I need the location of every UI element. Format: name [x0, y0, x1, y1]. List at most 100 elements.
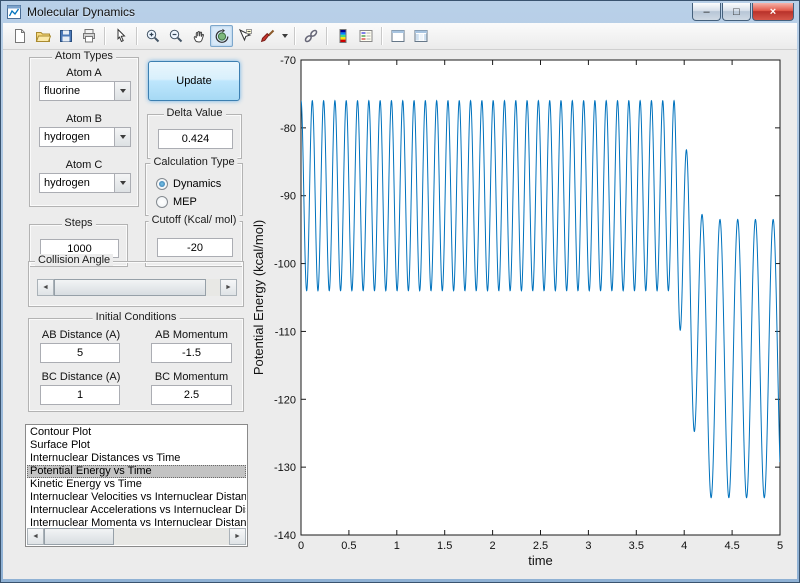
- zoom-in-icon[interactable]: [141, 25, 164, 47]
- radio-dynamics[interactable]: Dynamics: [156, 177, 221, 191]
- list-item[interactable]: Internuclear Velocities vs Internuclear …: [27, 491, 246, 504]
- bc-distance-label: BC Distance (A): [31, 371, 131, 383]
- atom-c-dropdown-button[interactable]: [114, 174, 130, 192]
- slider-right-arrow[interactable]: ►: [220, 279, 237, 296]
- insert-legend-icon[interactable]: [354, 25, 377, 47]
- y-tick-label: -140: [274, 530, 296, 542]
- titlebar[interactable]: Molecular Dynamics – □ ×: [3, 1, 797, 23]
- x-tick-label: 0.5: [341, 540, 356, 552]
- y-tick-label: -80: [280, 123, 296, 135]
- bc-momentum-field[interactable]: 2.5: [151, 385, 232, 405]
- collision-angle-panel: Collision Angle ◄ ►: [28, 261, 244, 307]
- edit-plot-icon[interactable]: [109, 25, 132, 47]
- atom-c-dropdown[interactable]: hydrogen: [39, 173, 131, 193]
- atom-c-value: hydrogen: [40, 174, 114, 192]
- x-tick-label: 4.5: [724, 540, 739, 552]
- list-item[interactable]: Kinetic Energy vs Time: [27, 478, 246, 491]
- atom-a-dropdown-button[interactable]: [114, 82, 130, 100]
- app-icon: [6, 4, 22, 20]
- hide-plot-tools-icon[interactable]: [386, 25, 409, 47]
- calculation-type-panel: Calculation Type Dynamics MEP: [145, 163, 243, 216]
- listbox-horizontal-scrollbar[interactable]: ◄ ►: [27, 528, 246, 545]
- atom-a-label: Atom A: [30, 67, 138, 79]
- maximize-button[interactable]: □: [722, 3, 751, 21]
- atom-b-label: Atom B: [30, 113, 138, 125]
- window-controls: – □ ×: [691, 3, 794, 21]
- list-item[interactable]: Potential Energy vs Time: [27, 465, 246, 478]
- chevron-down-icon: [120, 89, 126, 93]
- minimize-button[interactable]: –: [692, 3, 721, 21]
- bc-distance-field[interactable]: 1: [40, 385, 120, 405]
- save-figure-icon[interactable]: [54, 25, 77, 47]
- close-button[interactable]: ×: [752, 3, 794, 21]
- atom-b-dropdown[interactable]: hydrogen: [39, 127, 131, 147]
- chevron-down-icon: [120, 135, 126, 139]
- x-axis-label: time: [528, 553, 553, 568]
- cutoff-field[interactable]: -20: [157, 238, 233, 257]
- steps-title: Steps: [61, 217, 95, 229]
- toolbar-separator: [136, 27, 137, 45]
- scrollbar-left-arrow[interactable]: ◄: [27, 528, 44, 545]
- slider-left-arrow[interactable]: ◄: [37, 279, 54, 296]
- list-item[interactable]: Internuclear Distances vs Time: [27, 452, 246, 465]
- delta-value-title: Delta Value: [163, 107, 225, 119]
- x-tick-label: 5: [777, 540, 783, 552]
- x-tick-label: 1: [394, 540, 400, 552]
- y-tick-label: -120: [274, 394, 296, 406]
- x-tick-label: 2: [490, 540, 496, 552]
- toolbar-separator: [381, 27, 382, 45]
- print-figure-icon[interactable]: [77, 25, 100, 47]
- bc-momentum-label: BC Momentum: [144, 371, 239, 383]
- show-plot-tools-icon[interactable]: [409, 25, 432, 47]
- list-item[interactable]: Contour Plot: [27, 426, 246, 439]
- list-item[interactable]: Internuclear Accelerations vs Internucle…: [27, 504, 246, 517]
- window-title: Molecular Dynamics: [27, 5, 135, 19]
- radio-button-icon: [156, 196, 168, 208]
- initial-conditions-panel: Initial Conditions AB Distance (A) AB Mo…: [28, 318, 244, 412]
- rotate-3d-icon[interactable]: [210, 25, 233, 47]
- ab-momentum-label: AB Momentum: [144, 329, 239, 341]
- open-file-icon[interactable]: [31, 25, 54, 47]
- pan-icon[interactable]: [187, 25, 210, 47]
- y-tick-label: -130: [274, 462, 296, 474]
- zoom-out-icon[interactable]: [164, 25, 187, 47]
- radio-mep[interactable]: MEP: [156, 195, 197, 209]
- data-cursor-icon[interactable]: [233, 25, 256, 47]
- atom-c-label: Atom C: [30, 159, 138, 171]
- link-plot-icon[interactable]: [299, 25, 322, 47]
- toolbar-separator: [104, 27, 105, 45]
- chevron-down-icon: [120, 181, 126, 185]
- atom-types-title: Atom Types: [52, 50, 116, 62]
- radio-mep-label: MEP: [173, 196, 197, 208]
- brush-dropdown-arrow[interactable]: [279, 25, 290, 47]
- scrollbar-thumb[interactable]: [44, 528, 114, 545]
- new-figure-icon[interactable]: [8, 25, 31, 47]
- atom-types-panel: Atom Types Atom A fluorine Atom B hydrog…: [29, 57, 139, 207]
- x-tick-label: 4: [681, 540, 687, 552]
- atom-b-value: hydrogen: [40, 128, 114, 146]
- x-tick-label: 3.5: [629, 540, 644, 552]
- brush-icon[interactable]: [256, 25, 279, 47]
- radio-button-icon: [156, 178, 168, 190]
- slider-thumb[interactable]: [54, 279, 206, 296]
- y-axis-label: Potential Energy (kcal/mol): [251, 220, 266, 375]
- ab-momentum-field[interactable]: -1.5: [151, 343, 232, 363]
- plot-type-listbox[interactable]: Contour PlotSurface PlotInternuclear Dis…: [25, 424, 248, 547]
- delta-value-field[interactable]: 0.424: [158, 129, 233, 149]
- radio-dynamics-label: Dynamics: [173, 178, 221, 190]
- potential-energy-plot[interactable]: -70-80-90-100-110-120-130-14000.511.522.…: [243, 50, 797, 579]
- ab-distance-label: AB Distance (A): [31, 329, 131, 341]
- figure-toolbar: [3, 23, 797, 50]
- atom-a-dropdown[interactable]: fluorine: [39, 81, 131, 101]
- insert-colorbar-icon[interactable]: [331, 25, 354, 47]
- list-item[interactable]: Surface Plot: [27, 439, 246, 452]
- initial-conditions-title: Initial Conditions: [93, 311, 180, 323]
- update-button[interactable]: Update: [148, 61, 240, 101]
- atom-b-dropdown-button[interactable]: [114, 128, 130, 146]
- y-tick-label: -70: [280, 55, 296, 67]
- collision-angle-slider[interactable]: ◄ ►: [37, 279, 237, 296]
- y-tick-label: -90: [280, 191, 296, 203]
- x-tick-label: 3: [585, 540, 591, 552]
- ab-distance-field[interactable]: 5: [40, 343, 120, 363]
- x-tick-label: 1.5: [437, 540, 452, 552]
